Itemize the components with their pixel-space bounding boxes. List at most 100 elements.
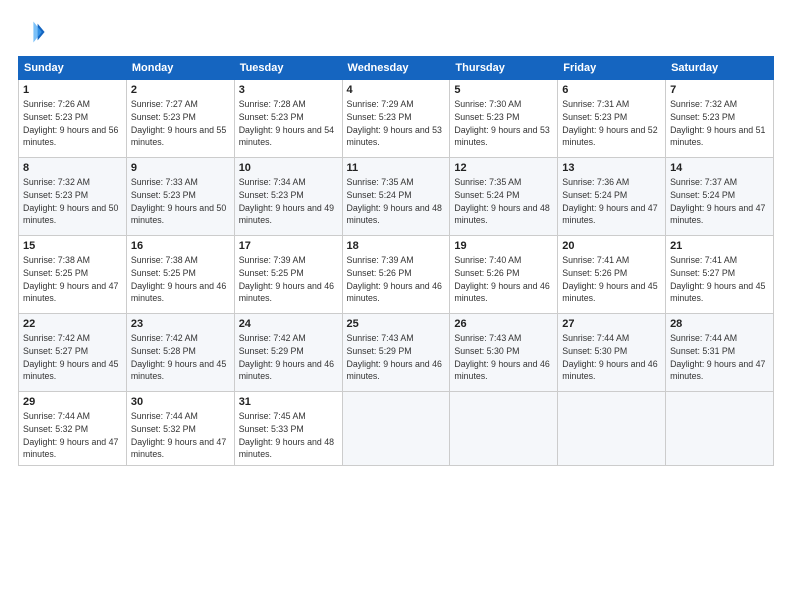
day-cell-21: 21 Sunrise: 7:41 AM Sunset: 5:27 PM Dayl… [666, 236, 774, 314]
day-detail: Sunrise: 7:43 AM Sunset: 5:30 PM Dayligh… [454, 332, 553, 383]
day-number: 28 [670, 318, 769, 330]
day-detail: Sunrise: 7:32 AM Sunset: 5:23 PM Dayligh… [670, 98, 769, 149]
day-detail: Sunrise: 7:32 AM Sunset: 5:23 PM Dayligh… [23, 176, 122, 227]
day-number: 26 [454, 318, 553, 330]
day-detail: Sunrise: 7:41 AM Sunset: 5:27 PM Dayligh… [670, 254, 769, 305]
day-number: 4 [347, 84, 446, 96]
logo [18, 18, 48, 46]
empty-cell [558, 392, 666, 466]
day-cell-31: 31 Sunrise: 7:45 AM Sunset: 5:33 PM Dayl… [234, 392, 342, 466]
day-cell-18: 18 Sunrise: 7:39 AM Sunset: 5:26 PM Dayl… [342, 236, 450, 314]
day-number: 14 [670, 162, 769, 174]
day-cell-9: 9 Sunrise: 7:33 AM Sunset: 5:23 PM Dayli… [126, 158, 234, 236]
day-cell-27: 27 Sunrise: 7:44 AM Sunset: 5:30 PM Dayl… [558, 314, 666, 392]
day-detail: Sunrise: 7:37 AM Sunset: 5:24 PM Dayligh… [670, 176, 769, 227]
day-cell-8: 8 Sunrise: 7:32 AM Sunset: 5:23 PM Dayli… [19, 158, 127, 236]
day-cell-3: 3 Sunrise: 7:28 AM Sunset: 5:23 PM Dayli… [234, 80, 342, 158]
empty-cell [666, 392, 774, 466]
day-cell-25: 25 Sunrise: 7:43 AM Sunset: 5:29 PM Dayl… [342, 314, 450, 392]
day-detail: Sunrise: 7:36 AM Sunset: 5:24 PM Dayligh… [562, 176, 661, 227]
calendar-week-5: 29 Sunrise: 7:44 AM Sunset: 5:32 PM Dayl… [19, 392, 774, 466]
day-cell-26: 26 Sunrise: 7:43 AM Sunset: 5:30 PM Dayl… [450, 314, 558, 392]
day-number: 2 [131, 84, 230, 96]
day-cell-16: 16 Sunrise: 7:38 AM Sunset: 5:25 PM Dayl… [126, 236, 234, 314]
day-detail: Sunrise: 7:41 AM Sunset: 5:26 PM Dayligh… [562, 254, 661, 305]
day-detail: Sunrise: 7:34 AM Sunset: 5:23 PM Dayligh… [239, 176, 338, 227]
calendar-week-2: 8 Sunrise: 7:32 AM Sunset: 5:23 PM Dayli… [19, 158, 774, 236]
day-cell-20: 20 Sunrise: 7:41 AM Sunset: 5:26 PM Dayl… [558, 236, 666, 314]
day-detail: Sunrise: 7:33 AM Sunset: 5:23 PM Dayligh… [131, 176, 230, 227]
day-cell-30: 30 Sunrise: 7:44 AM Sunset: 5:32 PM Dayl… [126, 392, 234, 466]
day-detail: Sunrise: 7:38 AM Sunset: 5:25 PM Dayligh… [23, 254, 122, 305]
day-detail: Sunrise: 7:35 AM Sunset: 5:24 PM Dayligh… [347, 176, 446, 227]
day-number: 12 [454, 162, 553, 174]
day-number: 3 [239, 84, 338, 96]
day-number: 7 [670, 84, 769, 96]
day-cell-2: 2 Sunrise: 7:27 AM Sunset: 5:23 PM Dayli… [126, 80, 234, 158]
day-cell-7: 7 Sunrise: 7:32 AM Sunset: 5:23 PM Dayli… [666, 80, 774, 158]
day-number: 18 [347, 240, 446, 252]
day-cell-1: 1 Sunrise: 7:26 AM Sunset: 5:23 PM Dayli… [19, 80, 127, 158]
calendar-week-3: 15 Sunrise: 7:38 AM Sunset: 5:25 PM Dayl… [19, 236, 774, 314]
day-cell-19: 19 Sunrise: 7:40 AM Sunset: 5:26 PM Dayl… [450, 236, 558, 314]
col-header-monday: Monday [126, 57, 234, 80]
col-header-friday: Friday [558, 57, 666, 80]
calendar-week-4: 22 Sunrise: 7:42 AM Sunset: 5:27 PM Dayl… [19, 314, 774, 392]
day-detail: Sunrise: 7:42 AM Sunset: 5:28 PM Dayligh… [131, 332, 230, 383]
day-detail: Sunrise: 7:29 AM Sunset: 5:23 PM Dayligh… [347, 98, 446, 149]
day-detail: Sunrise: 7:27 AM Sunset: 5:23 PM Dayligh… [131, 98, 230, 149]
day-cell-13: 13 Sunrise: 7:36 AM Sunset: 5:24 PM Dayl… [558, 158, 666, 236]
day-cell-10: 10 Sunrise: 7:34 AM Sunset: 5:23 PM Dayl… [234, 158, 342, 236]
col-header-sunday: Sunday [19, 57, 127, 80]
day-cell-6: 6 Sunrise: 7:31 AM Sunset: 5:23 PM Dayli… [558, 80, 666, 158]
day-number: 21 [670, 240, 769, 252]
day-cell-12: 12 Sunrise: 7:35 AM Sunset: 5:24 PM Dayl… [450, 158, 558, 236]
col-header-tuesday: Tuesday [234, 57, 342, 80]
day-number: 13 [562, 162, 661, 174]
calendar-header-row: SundayMondayTuesdayWednesdayThursdayFrid… [19, 57, 774, 80]
day-detail: Sunrise: 7:42 AM Sunset: 5:27 PM Dayligh… [23, 332, 122, 383]
day-cell-15: 15 Sunrise: 7:38 AM Sunset: 5:25 PM Dayl… [19, 236, 127, 314]
day-detail: Sunrise: 7:45 AM Sunset: 5:33 PM Dayligh… [239, 410, 338, 461]
day-detail: Sunrise: 7:38 AM Sunset: 5:25 PM Dayligh… [131, 254, 230, 305]
empty-cell [450, 392, 558, 466]
calendar-table: SundayMondayTuesdayWednesdayThursdayFrid… [18, 56, 774, 466]
day-cell-17: 17 Sunrise: 7:39 AM Sunset: 5:25 PM Dayl… [234, 236, 342, 314]
day-detail: Sunrise: 7:44 AM Sunset: 5:32 PM Dayligh… [131, 410, 230, 461]
day-number: 10 [239, 162, 338, 174]
day-number: 27 [562, 318, 661, 330]
day-detail: Sunrise: 7:35 AM Sunset: 5:24 PM Dayligh… [454, 176, 553, 227]
day-number: 30 [131, 396, 230, 408]
day-detail: Sunrise: 7:42 AM Sunset: 5:29 PM Dayligh… [239, 332, 338, 383]
day-number: 31 [239, 396, 338, 408]
day-detail: Sunrise: 7:28 AM Sunset: 5:23 PM Dayligh… [239, 98, 338, 149]
col-header-saturday: Saturday [666, 57, 774, 80]
day-cell-28: 28 Sunrise: 7:44 AM Sunset: 5:31 PM Dayl… [666, 314, 774, 392]
day-cell-22: 22 Sunrise: 7:42 AM Sunset: 5:27 PM Dayl… [19, 314, 127, 392]
calendar-week-1: 1 Sunrise: 7:26 AM Sunset: 5:23 PM Dayli… [19, 80, 774, 158]
day-number: 1 [23, 84, 122, 96]
day-detail: Sunrise: 7:44 AM Sunset: 5:32 PM Dayligh… [23, 410, 122, 461]
day-number: 24 [239, 318, 338, 330]
day-number: 25 [347, 318, 446, 330]
day-cell-14: 14 Sunrise: 7:37 AM Sunset: 5:24 PM Dayl… [666, 158, 774, 236]
day-number: 9 [131, 162, 230, 174]
day-number: 29 [23, 396, 122, 408]
day-detail: Sunrise: 7:43 AM Sunset: 5:29 PM Dayligh… [347, 332, 446, 383]
day-number: 6 [562, 84, 661, 96]
day-number: 5 [454, 84, 553, 96]
day-cell-5: 5 Sunrise: 7:30 AM Sunset: 5:23 PM Dayli… [450, 80, 558, 158]
day-number: 22 [23, 318, 122, 330]
day-number: 15 [23, 240, 122, 252]
empty-cell [342, 392, 450, 466]
day-number: 23 [131, 318, 230, 330]
day-cell-4: 4 Sunrise: 7:29 AM Sunset: 5:23 PM Dayli… [342, 80, 450, 158]
day-detail: Sunrise: 7:30 AM Sunset: 5:23 PM Dayligh… [454, 98, 553, 149]
day-cell-11: 11 Sunrise: 7:35 AM Sunset: 5:24 PM Dayl… [342, 158, 450, 236]
day-detail: Sunrise: 7:26 AM Sunset: 5:23 PM Dayligh… [23, 98, 122, 149]
day-cell-29: 29 Sunrise: 7:44 AM Sunset: 5:32 PM Dayl… [19, 392, 127, 466]
day-number: 17 [239, 240, 338, 252]
day-number: 20 [562, 240, 661, 252]
col-header-thursday: Thursday [450, 57, 558, 80]
page: SundayMondayTuesdayWednesdayThursdayFrid… [0, 0, 792, 612]
